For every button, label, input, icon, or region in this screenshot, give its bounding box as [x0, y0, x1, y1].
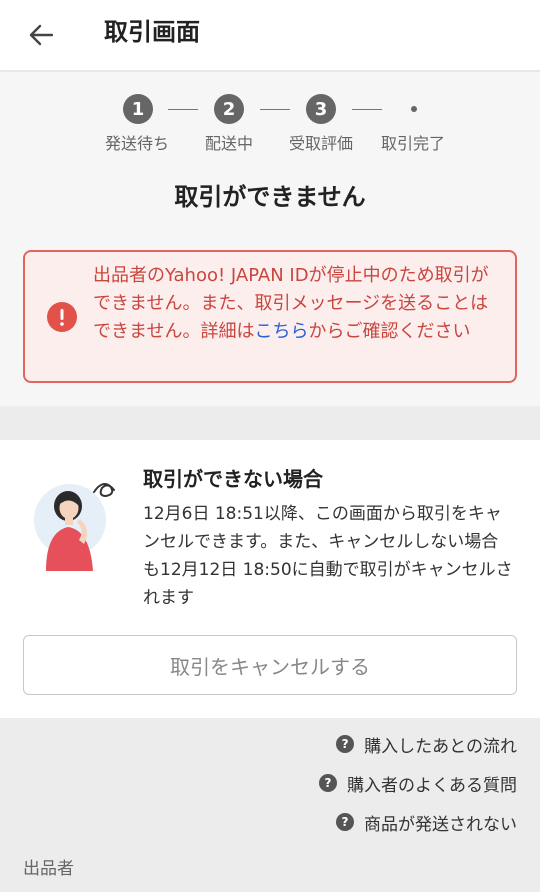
arrow-left-icon: [29, 24, 54, 46]
step-2-label: 配送中: [204, 134, 253, 153]
help-link-label: 商品が発送されない: [364, 814, 517, 835]
step-connector: [260, 109, 290, 110]
thinking-woman-illustration: [32, 472, 122, 572]
transaction-status-area: 1 2 3 発送待ち 配送中 受取評価 取引完了 取引ができません 出品者のYa…: [0, 72, 540, 406]
step-3-label: 受取評価: [288, 134, 353, 153]
cancel-info-card: 取引ができない場合 12月6日 18:51以降、この画面から取引をキャンセルでき…: [0, 440, 540, 718]
card-description: 12月6日 18:51以降、この画面から取引をキャンセルできます。また、キャンセ…: [143, 504, 513, 608]
step-2-circle: 2: [214, 94, 244, 124]
step-connector: [168, 109, 198, 110]
cancel-transaction-button[interactable]: 取引をキャンセルする: [23, 635, 517, 695]
app-header: 取引画面: [0, 0, 540, 71]
exclamation-icon: [47, 302, 77, 332]
step-1-circle: 1: [123, 94, 153, 124]
step-3-circle: 3: [306, 94, 336, 124]
page-title: 取引画面: [104, 18, 200, 46]
help-link-label: 購入者のよくある質問: [347, 775, 517, 796]
step-1-label: 発送待ち: [104, 134, 169, 153]
step-4-dot: [411, 106, 417, 112]
error-message: 出品者のYahoo! JAPAN IDが停止中のため取引ができません。また、取引…: [93, 262, 503, 346]
card-title: 取引ができない場合: [143, 467, 323, 491]
error-message-text-end: からご確認ください: [308, 321, 471, 342]
question-icon: ?: [336, 735, 355, 753]
question-icon: ?: [319, 774, 337, 792]
help-link-not-shipped[interactable]: ? 商品が発送されない: [336, 810, 517, 835]
help-section: ? 購入したあとの流れ ? 購入者のよくある質問 ? 商品が発送されない 出品者: [0, 718, 540, 892]
error-alert: 出品者のYahoo! JAPAN IDが停止中のため取引ができません。また、取引…: [23, 250, 517, 383]
help-link-label: 購入したあとの流れ: [364, 736, 517, 757]
question-icon: ?: [336, 813, 354, 831]
seller-section-label: 出品者: [23, 859, 74, 879]
details-link[interactable]: こちら: [254, 321, 308, 342]
section-divider: [0, 406, 540, 440]
back-button[interactable]: [18, 12, 64, 58]
step-connector: [352, 109, 382, 110]
help-link-purchase-flow[interactable]: ? 購入したあとの流れ: [336, 732, 517, 757]
help-link-buyer-faq[interactable]: ? 購入者のよくある質問: [319, 771, 517, 796]
step-4-label: 取引完了: [380, 134, 445, 153]
status-title: 取引ができません: [174, 183, 366, 211]
